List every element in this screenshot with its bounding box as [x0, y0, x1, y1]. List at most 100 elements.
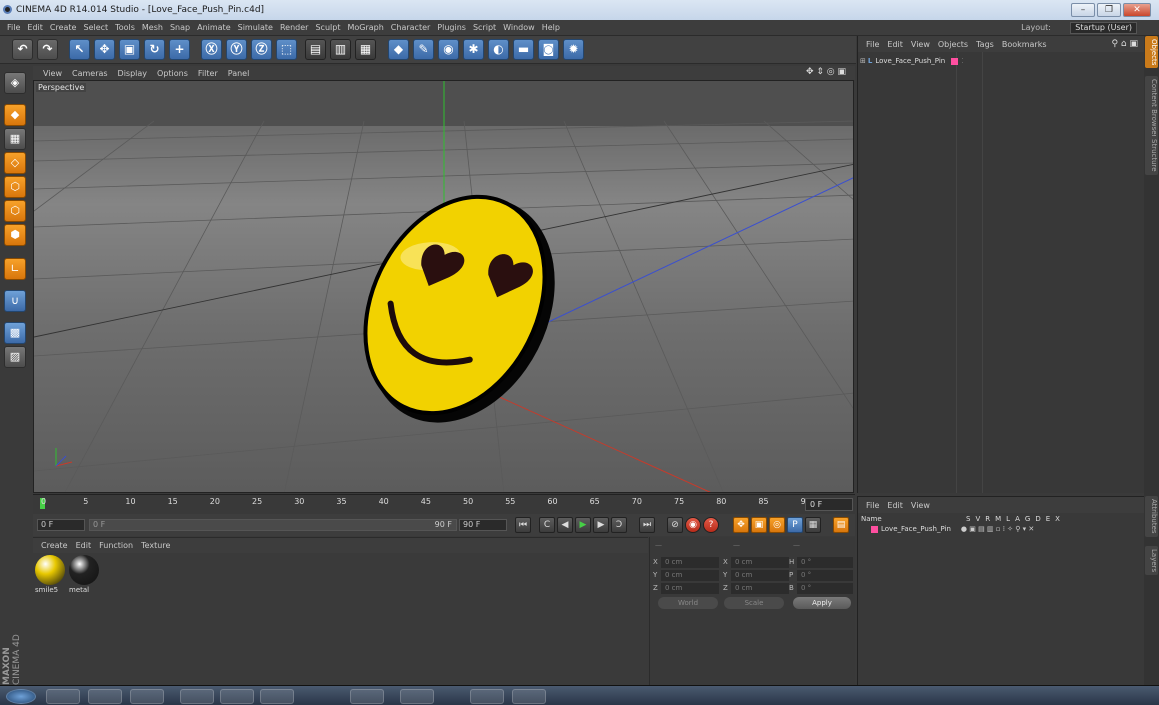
- key-parameter-icon[interactable]: P: [787, 517, 803, 533]
- layer-column-header[interactable]: M: [995, 515, 1001, 523]
- taskbar-item[interactable]: [260, 689, 294, 704]
- menu-item[interactable]: Simulate: [238, 23, 273, 32]
- coord-value-field[interactable]: 0 cm: [661, 583, 719, 594]
- layer-column-header[interactable]: L: [1006, 515, 1010, 523]
- visibility-dots-icon[interactable]: ⁚: [961, 57, 963, 65]
- timeline-menu-icon[interactable]: ▤: [833, 517, 849, 533]
- layout-select[interactable]: Startup (User): [1070, 22, 1137, 34]
- undo-icon[interactable]: ↶: [12, 39, 33, 60]
- key-scale-icon[interactable]: ▣: [751, 517, 767, 533]
- menu-item[interactable]: Window: [503, 23, 535, 32]
- select-live-icon[interactable]: ↖: [69, 39, 90, 60]
- right-tab[interactable]: Content Browser: [1145, 76, 1158, 141]
- menu-item[interactable]: Plugins: [437, 23, 466, 32]
- prev-frame-icon[interactable]: ◀: [557, 517, 573, 533]
- axis-mode-icon[interactable]: ∟: [4, 258, 26, 280]
- layer-column-header[interactable]: X: [1055, 515, 1060, 523]
- taskbar-item[interactable]: [470, 689, 504, 704]
- spline-pen-icon[interactable]: ✎: [413, 39, 434, 60]
- render-picture-viewer-icon[interactable]: ▥: [330, 39, 351, 60]
- coord-value-field[interactable]: 0 cm: [731, 583, 789, 594]
- object-manager-menu-item[interactable]: Objects: [938, 40, 968, 49]
- menu-item[interactable]: Help: [542, 23, 560, 32]
- menu-item[interactable]: Sculpt: [315, 23, 340, 32]
- layer-color-swatch[interactable]: [871, 525, 878, 533]
- viewport-menu-item[interactable]: Filter: [198, 69, 218, 78]
- end-frame-field[interactable]: 90 F: [459, 519, 507, 531]
- menu-item[interactable]: Script: [473, 23, 496, 32]
- minimize-button[interactable]: –: [1071, 3, 1095, 17]
- coord-value-field[interactable]: 0 °: [797, 583, 853, 594]
- layer-manager-menu-item[interactable]: File: [866, 501, 879, 510]
- material-menu-item[interactable]: Texture: [141, 541, 170, 550]
- texture-mode-icon[interactable]: ▦: [4, 128, 26, 150]
- subdivision-icon[interactable]: ◉: [438, 39, 459, 60]
- taskbar-item[interactable]: [400, 689, 434, 704]
- object-manager-menu-item[interactable]: View: [911, 40, 930, 49]
- layer-column-header[interactable]: S: [966, 515, 970, 523]
- perspective-viewport[interactable]: Perspective: [33, 80, 854, 493]
- expand-icon[interactable]: ⊞: [860, 57, 866, 65]
- render-view-icon[interactable]: ▤: [305, 39, 326, 60]
- play-icon[interactable]: ▶: [575, 517, 591, 533]
- goto-end-icon[interactable]: ⏭: [639, 517, 655, 533]
- workplane-lock-icon[interactable]: ▩: [4, 322, 26, 344]
- coord-space-select[interactable]: World: [658, 597, 718, 609]
- coord-mode-select[interactable]: Scale: [724, 597, 784, 609]
- key-pla-icon[interactable]: ▦: [805, 517, 821, 533]
- material-menu-item[interactable]: Edit: [76, 541, 92, 550]
- timeline-current-frame[interactable]: 0 F: [805, 498, 853, 511]
- layer-column-header[interactable]: V: [975, 515, 980, 523]
- viewport-menu-item[interactable]: Options: [157, 69, 188, 78]
- om-search-icons[interactable]: ⚲ ⌂ ▣: [1111, 39, 1138, 49]
- menu-item[interactable]: Snap: [170, 23, 190, 32]
- render-settings-icon[interactable]: ▦: [355, 39, 376, 60]
- workplane-mode-icon[interactable]: ◇: [4, 152, 26, 174]
- maximize-button[interactable]: ❐: [1097, 3, 1121, 17]
- taskbar-item[interactable]: [88, 689, 122, 704]
- material-swatch[interactable]: metal: [69, 555, 99, 594]
- record-key-icon[interactable]: ⊘: [667, 517, 683, 533]
- floor-icon[interactable]: ▬: [513, 39, 534, 60]
- viewport-menu-item[interactable]: Display: [118, 69, 148, 78]
- next-key-icon[interactable]: Ↄ: [611, 517, 627, 533]
- material-menu-item[interactable]: Function: [99, 541, 133, 550]
- layer-column-header[interactable]: E: [1046, 515, 1050, 523]
- taskbar-item[interactable]: [220, 689, 254, 704]
- right-tab[interactable]: Objects: [1145, 36, 1158, 69]
- y-axis-icon[interactable]: Ⓨ: [226, 39, 247, 60]
- apply-button[interactable]: Apply: [793, 597, 851, 609]
- edges-mode-icon[interactable]: ⬡: [4, 200, 26, 222]
- polygons-mode-icon[interactable]: ⬢: [4, 224, 26, 246]
- viewport-nav-icons[interactable]: ✥ ⇕ ◎ ▣: [806, 67, 846, 77]
- coordinate-system-icon[interactable]: ⬚: [276, 39, 297, 60]
- taskbar-item[interactable]: [512, 689, 546, 704]
- layer-column-header[interactable]: R: [985, 515, 990, 523]
- layer-row[interactable]: Love_Face_Push_Pin ● ▣ ▤ ▥ ▫ ⁞ ✧ ⚲ ▾ ✕: [861, 525, 1034, 533]
- start-button[interactable]: [6, 689, 36, 704]
- deformer-icon[interactable]: ◐: [488, 39, 509, 60]
- model-mode-icon[interactable]: ◆: [4, 104, 26, 126]
- layer-color-tag[interactable]: [951, 57, 959, 65]
- object-name[interactable]: Love_Face_Push_Pin: [875, 57, 945, 65]
- key-position-icon[interactable]: ✥: [733, 517, 749, 533]
- redo-icon[interactable]: ↷: [37, 39, 58, 60]
- material-swatch[interactable]: smile5: [35, 555, 65, 594]
- light-icon[interactable]: ✹: [563, 39, 584, 60]
- camera-icon[interactable]: ◙: [538, 39, 559, 60]
- prev-key-icon[interactable]: C: [539, 517, 555, 533]
- rotate-icon[interactable]: ↻: [144, 39, 165, 60]
- add-object-icon[interactable]: +: [169, 39, 190, 60]
- cube-icon[interactable]: ◆: [388, 39, 409, 60]
- taskbar-item[interactable]: [180, 689, 214, 704]
- autokey-icon[interactable]: ◉: [685, 517, 701, 533]
- object-manager-menu-item[interactable]: File: [866, 40, 879, 49]
- timeline-ruler[interactable]: 051015202530354045505560657075808590 0 F: [33, 494, 855, 514]
- coord-value-field[interactable]: 0 cm: [731, 557, 789, 568]
- menu-item[interactable]: Create: [50, 23, 77, 32]
- viewport-menu-item[interactable]: Cameras: [72, 69, 108, 78]
- coord-value-field[interactable]: 0 cm: [731, 570, 789, 581]
- menu-item[interactable]: File: [7, 23, 20, 32]
- material-menu-item[interactable]: Create: [41, 541, 68, 550]
- layer-manager-menu-item[interactable]: Edit: [887, 501, 903, 510]
